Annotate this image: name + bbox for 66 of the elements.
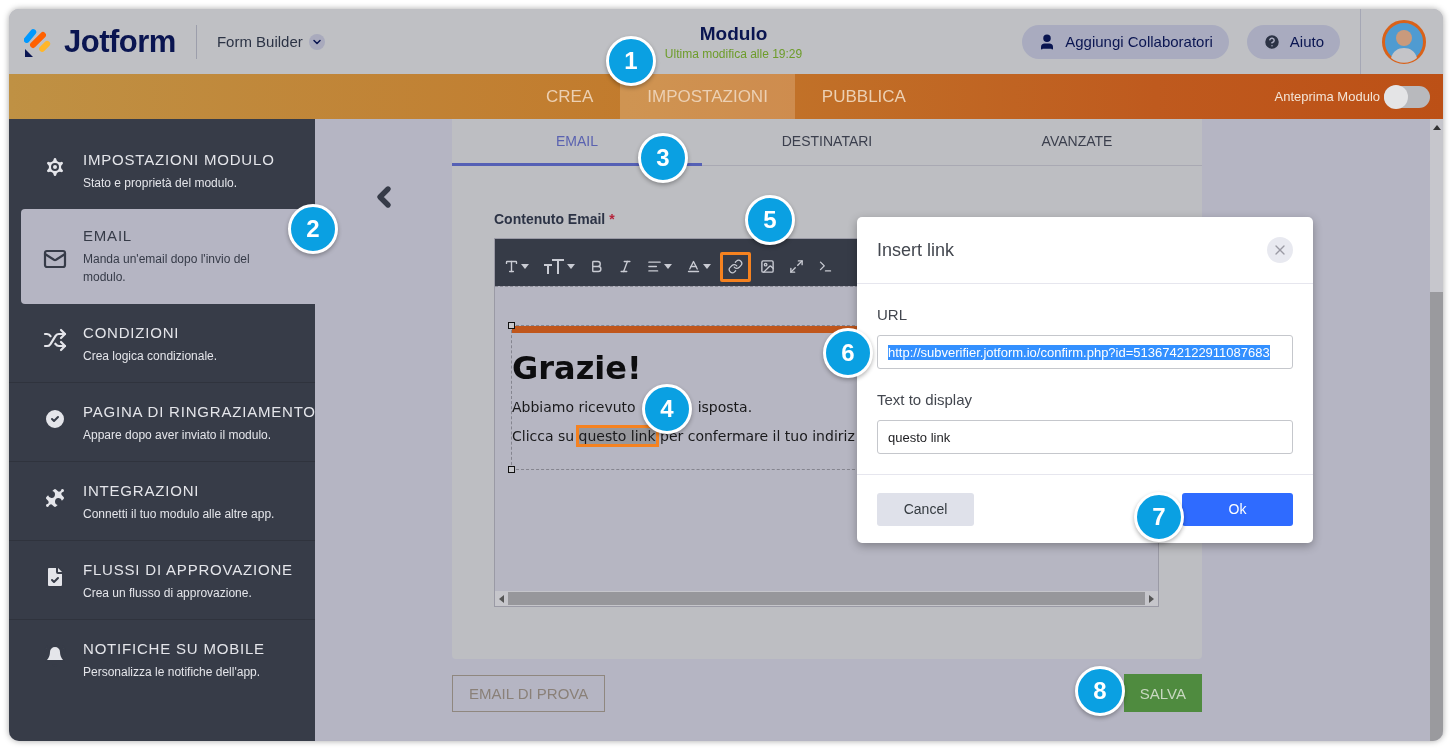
last-modified: Ultima modifica alle 19:29 xyxy=(664,46,803,61)
step-marker: 8 xyxy=(1075,666,1125,716)
scroll-up-icon[interactable] xyxy=(1432,125,1441,130)
logo-text: Jotform xyxy=(64,23,176,60)
check-icon xyxy=(43,407,67,431)
code-icon xyxy=(818,259,833,274)
email-text: isposta. xyxy=(697,399,753,415)
expand-icon xyxy=(789,259,804,274)
link-icon xyxy=(728,259,743,274)
sidebar-item[interactable]: FLUSSI DI APPROVAZIONE Crea un flusso di approvazione. xyxy=(9,540,315,619)
sidebar-item[interactable]: NOTIFICHE SU MOBILE Personalizza le notifiche dell'app. xyxy=(9,619,315,698)
preview-label: Anteprima Modulo xyxy=(1274,89,1380,104)
sidebar-item-description: Personalizza le notifiche dell'app. xyxy=(83,664,262,681)
help-icon xyxy=(1262,32,1281,51)
close-button[interactable] xyxy=(1267,237,1293,263)
text-size-icon xyxy=(543,258,565,275)
cancel-button[interactable]: Cancel xyxy=(877,492,974,526)
align-icon xyxy=(647,259,662,274)
sidebar-item-title: INTEGRAZIONI xyxy=(83,482,201,499)
italic-icon xyxy=(618,259,633,274)
puzzle-icon xyxy=(43,486,67,510)
email-content-label: Contenuto Email xyxy=(494,211,606,227)
form-builder-menu[interactable]: Form Builder xyxy=(216,33,325,50)
sidebar-item-description: Connetti il tuo modulo alle altre app. xyxy=(83,506,276,523)
email-text: Abbiamo ricevuto xyxy=(512,399,636,415)
vertical-scrollbar[interactable] xyxy=(1430,119,1443,741)
step-marker: 2 xyxy=(288,204,338,254)
chevron-down-icon xyxy=(308,33,325,50)
bold-icon xyxy=(589,259,604,274)
scroll-left-icon[interactable] xyxy=(499,594,504,603)
text-style-icon xyxy=(504,259,519,274)
scroll-right-icon[interactable] xyxy=(1149,594,1154,603)
sidebar-item-description: Crea logica condizionale. xyxy=(83,348,219,365)
sidebar-item-title: NOTIFICHE SU MOBILE xyxy=(83,640,266,657)
sidebar-item-description: Manda un'email dopo l'invio del modulo. xyxy=(83,251,251,286)
email-heading: Grazie! xyxy=(512,349,642,387)
shuffle-icon xyxy=(43,328,67,352)
link-button[interactable] xyxy=(720,251,751,282)
preview-toggle[interactable] xyxy=(1384,85,1430,108)
sidebar-item-title: FLUSSI DI APPROVAZIONE xyxy=(83,561,293,578)
help-button[interactable]: Aiuto xyxy=(1246,24,1340,59)
sidebar-item-title: CONDIZIONI xyxy=(83,324,181,341)
sidebar-item-title: EMAIL xyxy=(83,227,133,244)
resize-handle[interactable] xyxy=(508,322,515,329)
ok-button[interactable]: Ok xyxy=(1182,492,1293,526)
horizontal-scrollbar[interactable] xyxy=(495,591,1158,606)
sidebar-item[interactable]: CONDIZIONI Crea logica condizionale. xyxy=(9,304,315,382)
dialog-title: Insert link xyxy=(877,239,955,261)
add-collaborators-button[interactable]: Aggiungi Collaboratori xyxy=(1022,24,1229,59)
sidebar-item-description: Appare dopo aver inviato il modulo. xyxy=(83,427,273,444)
settings-tab[interactable]: DESTINATARI xyxy=(702,119,952,166)
text-color-icon xyxy=(686,259,701,274)
sidebar-item-title: IMPOSTAZIONI MODULO xyxy=(83,151,276,168)
settings-tab[interactable]: AVANZATE xyxy=(952,119,1202,166)
field-label: URL xyxy=(877,306,908,323)
display-text-field[interactable]: questo link xyxy=(877,420,1293,454)
sidebar-item[interactable]: PAGINA DI RINGRAZIAMENTO Appare dopo aver inviato il modulo. xyxy=(9,382,315,461)
required-mark: * xyxy=(609,211,615,227)
field-label: Text to display xyxy=(877,391,974,408)
sidebar-item-description: Stato e proprietà del modulo. xyxy=(83,175,239,192)
sidebar-item-description: Crea un flusso di approvazione. xyxy=(83,585,253,602)
form-title: Modulo xyxy=(699,22,768,45)
sidebar-item-title: PAGINA DI RINGRAZIAMENTO xyxy=(83,403,316,420)
sidebar-item[interactable]: INTEGRAZIONI Connetti il tuo modulo alle altre app. xyxy=(9,461,315,540)
resize-handle[interactable] xyxy=(508,466,515,473)
image-icon xyxy=(760,259,775,274)
